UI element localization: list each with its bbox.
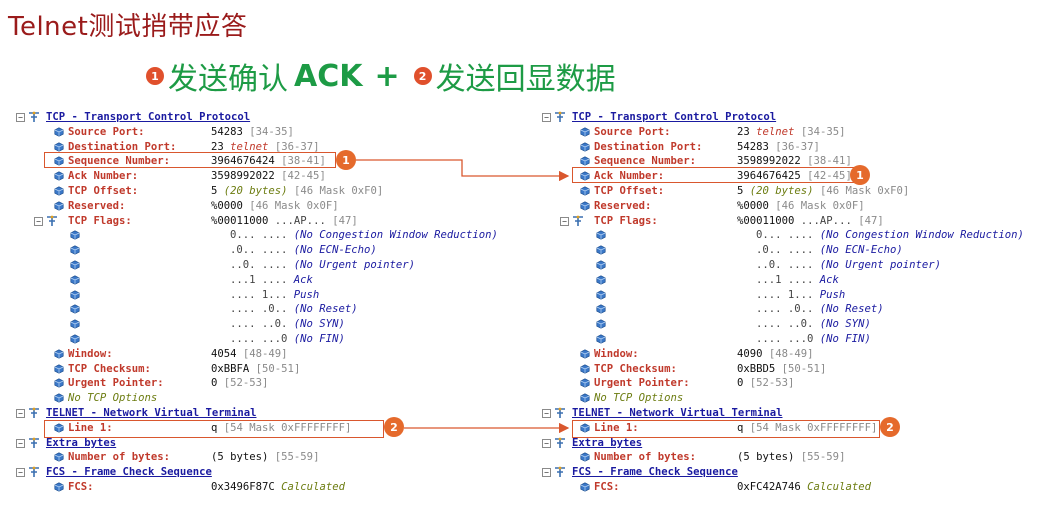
- arrow-seq-to-ack: [356, 159, 570, 182]
- connector-arrows: [356, 159, 570, 434]
